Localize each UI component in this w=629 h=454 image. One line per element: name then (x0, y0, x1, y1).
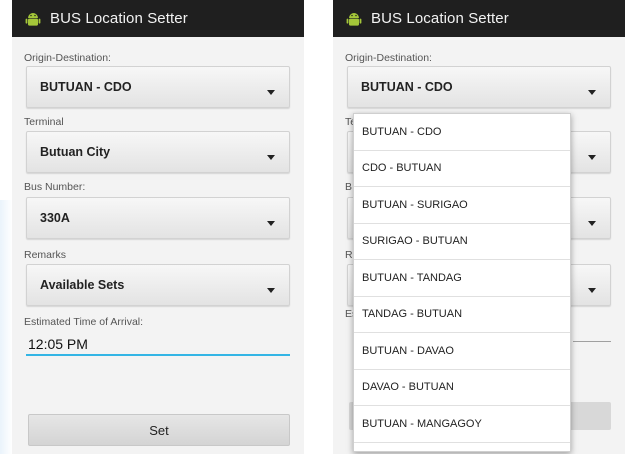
terminal-value: Butuan City (40, 145, 111, 159)
android-icon (24, 10, 42, 28)
origin-destination-value: BUTUAN - CDO (361, 80, 453, 94)
dropdown-caret-icon (267, 288, 275, 293)
android-icon (345, 10, 363, 28)
dropdown-caret-icon (588, 288, 596, 293)
bus-number-value: 330A (40, 211, 70, 225)
remarks-label: Remarks (24, 249, 67, 261)
dropdown-option[interactable]: BUTUAN - DAVAO (354, 333, 570, 370)
dropdown-option[interactable]: SURIGAO - BUTUAN (354, 224, 570, 260)
eta-input[interactable] (26, 334, 290, 356)
phone-screen-dropdown-open: BUS Location Setter Origin-Destination: … (333, 0, 625, 454)
remarks-label-partial: R (345, 249, 353, 261)
dropdown-caret-icon (267, 90, 275, 95)
terminal-spinner[interactable]: Butuan City (26, 131, 290, 173)
bus-number-label: Bus Number: (24, 181, 86, 193)
remarks-spinner[interactable]: Available Sets (26, 264, 290, 306)
terminal-label: Terminal (24, 116, 64, 128)
bus-number-spinner[interactable]: 330A (26, 197, 290, 239)
set-button[interactable]: Set (28, 414, 290, 446)
dropdown-caret-icon (588, 90, 596, 95)
dropdown-option[interactable]: BUTUAN - MANGAGOY (354, 406, 570, 443)
dropdown-option[interactable]: CDO - BUTUAN (354, 151, 570, 187)
action-bar: BUS Location Setter (12, 0, 304, 37)
app-title: BUS Location Setter (50, 10, 188, 27)
app-title: BUS Location Setter (371, 10, 509, 27)
dropdown-option[interactable]: TANDAG - BUTUAN (354, 297, 570, 333)
dropdown-option[interactable]: DAVAO - BUTUAN (354, 370, 570, 406)
dropdown-caret-icon (267, 155, 275, 160)
remarks-value: Available Sets (40, 278, 125, 292)
origin-destination-label: Origin-Destination: (345, 52, 432, 64)
dropdown-caret-icon (588, 221, 596, 226)
origin-destination-dropdown-list: BUTUAN - CDO CDO - BUTUAN BUTUAN - SURIG… (353, 113, 571, 452)
dropdown-option[interactable]: BUTUAN - SURIGAO (354, 187, 570, 224)
origin-destination-spinner[interactable]: BUTUAN - CDO (347, 66, 611, 108)
dropdown-caret-icon (588, 155, 596, 160)
origin-destination-label: Origin-Destination: (24, 52, 111, 64)
phone-screen-form: BUS Location Setter Origin-Destination: … (12, 0, 304, 454)
dropdown-option[interactable]: BUTUAN - CDO (354, 114, 570, 151)
origin-destination-value: BUTUAN - CDO (40, 80, 132, 94)
bus-number-label-partial: B (345, 181, 353, 193)
background-accent (0, 200, 12, 454)
origin-destination-spinner[interactable]: BUTUAN - CDO (26, 66, 290, 108)
set-button-label: Set (149, 422, 169, 438)
dropdown-option[interactable]: BUTUAN - TANDAG (354, 260, 570, 297)
dropdown-caret-icon (267, 221, 275, 226)
action-bar: BUS Location Setter (333, 0, 625, 37)
eta-label: Estimated Time of Arrival: (24, 316, 144, 328)
eta-input-underline (573, 341, 611, 342)
